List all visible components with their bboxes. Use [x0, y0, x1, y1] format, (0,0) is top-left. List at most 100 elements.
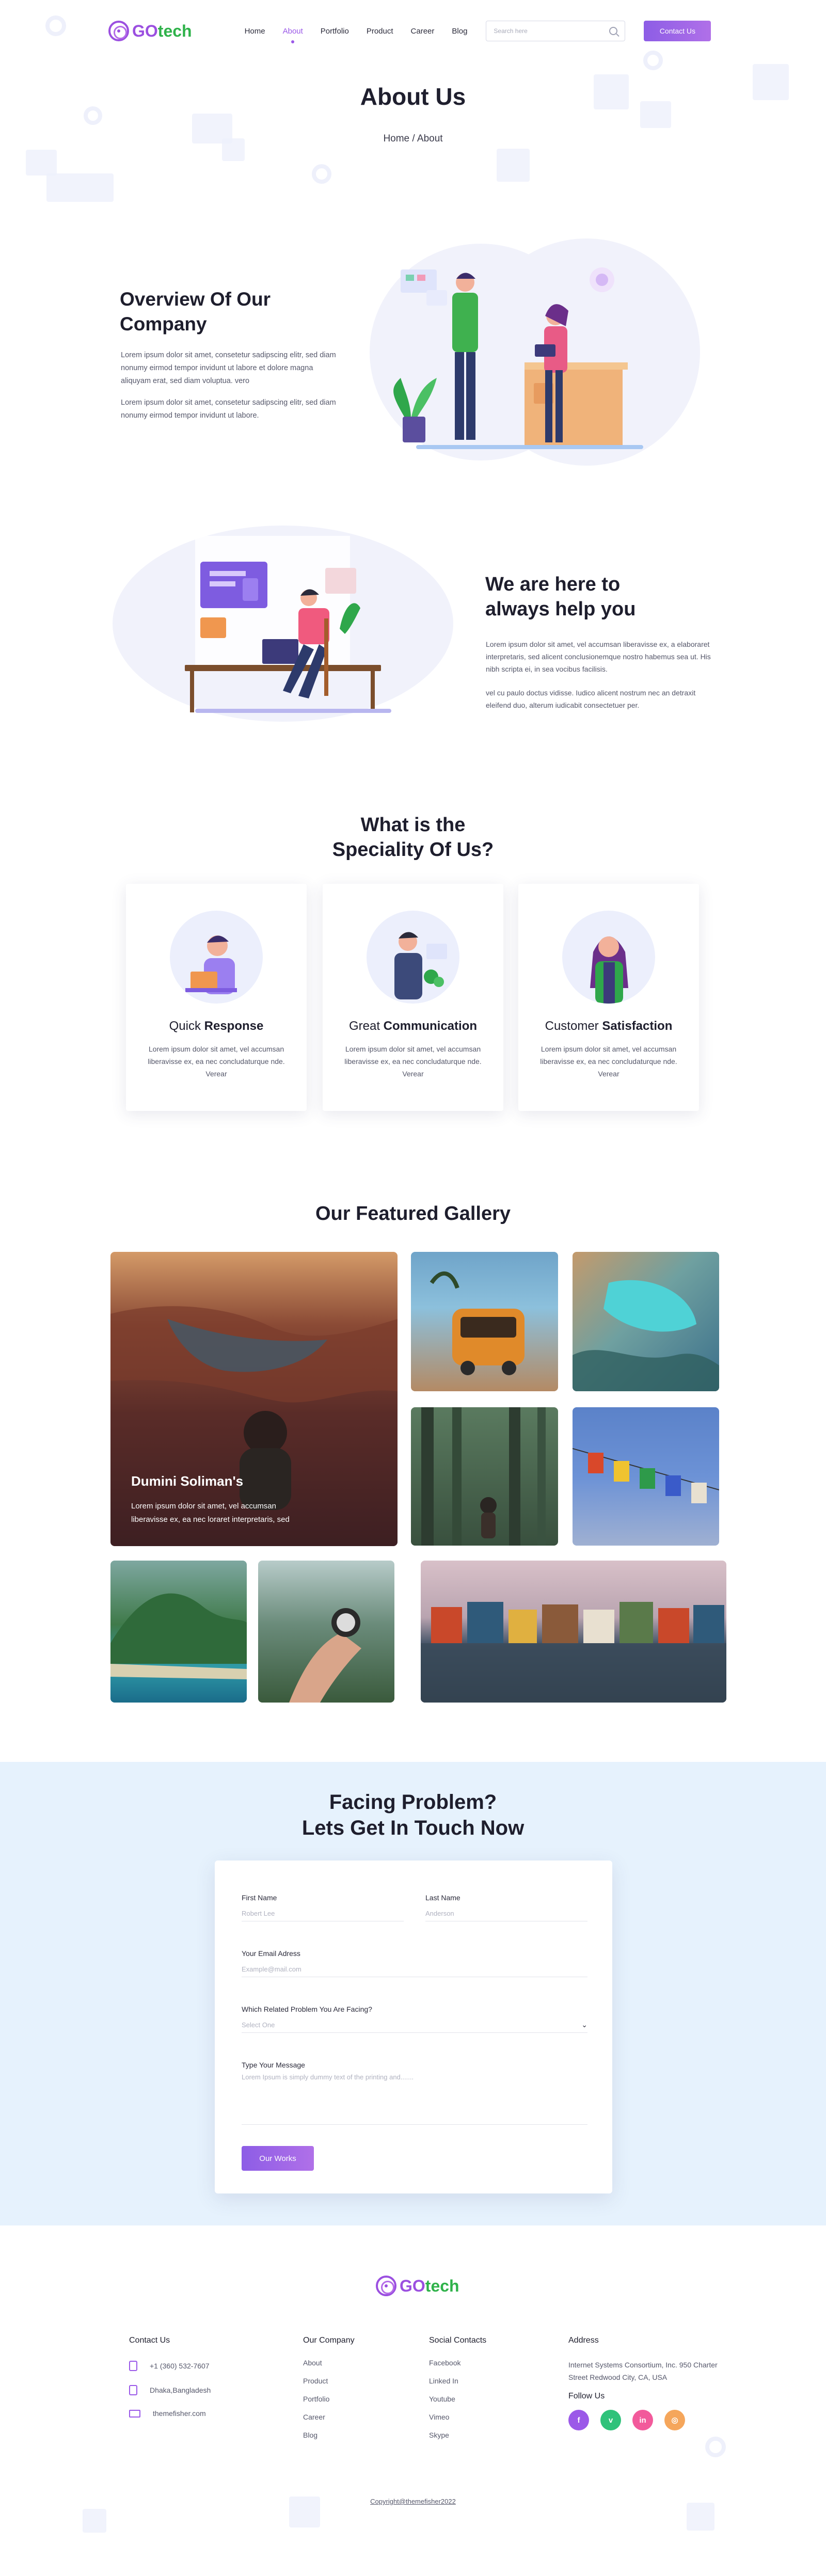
breadcrumb[interactable]: Home / About	[0, 133, 826, 145]
footer-website[interactable]: themefisher.com	[129, 2409, 206, 2418]
gallery-caption-text: Lorem ipsum dolor sit amet, vel accumsan…	[131, 1502, 290, 1524]
footer-link-youtube[interactable]: Youtube	[429, 2395, 455, 2403]
footer-link-linkedin[interactable]: Linked In	[429, 2377, 458, 2385]
vine-icon[interactable]: v	[600, 2410, 621, 2430]
card-text: Lorem ipsum dolor sit amet, vel accumsan…	[540, 1045, 677, 1078]
gallery-image-flags[interactable]	[573, 1407, 719, 1546]
decor-circle	[643, 51, 663, 70]
footer-link-product[interactable]: Product	[303, 2377, 328, 2385]
contact-form: First Name Last Name Your Email Adress W…	[215, 1861, 612, 2193]
mail-icon	[129, 2409, 140, 2418]
page-title: About Us	[360, 83, 466, 110]
gallery-image-island[interactable]	[110, 1561, 247, 1703]
avatar-svg	[185, 935, 237, 994]
gallery-image-forest[interactable]	[411, 1407, 558, 1546]
speciality-card: Quick Response Lorem ipsum dolor sit ame…	[126, 884, 307, 1111]
gallery-image-harbor[interactable]	[421, 1561, 726, 1703]
search-icon[interactable]	[609, 27, 618, 35]
main-nav: Home About Portfolio Product Career Blog	[245, 27, 468, 36]
help-paragraph: Lorem ipsum dolor sit amet, vel accumsan…	[486, 640, 711, 673]
nav-portfolio[interactable]: Portfolio	[321, 27, 349, 36]
logo[interactable]: GOtech	[108, 21, 192, 41]
problem-select[interactable]: Select One ⌄	[242, 2017, 587, 2033]
contact-title: Facing Problem? Lets Get In Touch Now	[301, 1791, 525, 1839]
phone-text: +1 (360) 532-7607	[150, 2362, 210, 2370]
footer-link-blog[interactable]: Blog	[303, 2431, 317, 2439]
gallery-title: Our Featured Gallery	[315, 1203, 511, 1225]
avatar-svg	[590, 936, 628, 1004]
gallery-featured-image[interactable]: Dumini Soliman's Lorem ipsum dolor sit a…	[110, 1252, 398, 1546]
follow-us-title: Follow Us	[568, 2392, 605, 2400]
copyright-link[interactable]: Copyright@themefisher2022	[0, 2498, 826, 2505]
gallery-image-compass[interactable]	[258, 1561, 394, 1703]
last-name-field[interactable]	[425, 1906, 587, 1921]
search-input[interactable]	[494, 27, 610, 35]
team-illustration-svg	[393, 267, 643, 449]
contact-us-button[interactable]: Contact Us	[644, 21, 711, 41]
rss-icon[interactable]: ◎	[664, 2410, 685, 2430]
person-presenting-icon	[367, 911, 459, 1004]
decor-square	[497, 149, 530, 182]
developer-illustration	[113, 526, 453, 722]
avatar-svg	[394, 932, 447, 999]
gallery-image-pool[interactable]	[573, 1252, 719, 1391]
page: GOtech Home About Portfolio Product Care…	[0, 0, 826, 2576]
linkedin-icon[interactable]: in	[632, 2410, 653, 2430]
decor-circle	[45, 15, 66, 36]
message-label: Type Your Message	[242, 2061, 305, 2069]
site-header: GOtech Home About Portfolio Product Care…	[108, 15, 718, 46]
footer-link-about[interactable]: About	[303, 2359, 322, 2367]
footer-link-career[interactable]: Career	[303, 2413, 325, 2421]
help-paragraph: vel cu paulo doctus vidisse. Iudico alic…	[486, 689, 696, 709]
nav-career[interactable]: Career	[411, 27, 435, 36]
phone-icon	[129, 2361, 137, 2371]
decor-square	[46, 173, 114, 202]
decor-circle	[312, 164, 331, 184]
card-text: Lorem ipsum dolor sit amet, vel accumsan…	[148, 1045, 285, 1078]
footer-social-title: Social Contacts	[429, 2336, 487, 2345]
speciality-title: What is the Speciality Of Us?	[332, 814, 494, 861]
footer-link-portfolio[interactable]: Portfolio	[303, 2395, 329, 2403]
footer-link-vimeo[interactable]: Vimeo	[429, 2413, 449, 2421]
nav-blog[interactable]: Blog	[452, 27, 467, 36]
message-textarea[interactable]	[242, 2073, 587, 2125]
submit-button[interactable]: Our Works	[242, 2146, 314, 2171]
forest-illustration	[421, 1407, 546, 1546]
email-field[interactable]	[242, 1962, 587, 1977]
footer-logo[interactable]: GOtech	[376, 2276, 459, 2296]
decor-square	[26, 150, 57, 176]
help-title: We are here to always help you	[485, 574, 636, 620]
footer-phone[interactable]: +1 (360) 532-7607	[129, 2361, 210, 2371]
overview-title: Overview Of Our Company	[120, 289, 271, 335]
island-illustration	[110, 1593, 247, 1679]
website-text: themefisher.com	[153, 2409, 206, 2418]
card-text: Lorem ipsum dolor sit amet, vel accumsan…	[344, 1045, 482, 1078]
footer-link-facebook[interactable]: Facebook	[429, 2359, 460, 2367]
first-name-field[interactable]	[242, 1906, 404, 1921]
location-text: Dhaka,Bangladesh	[150, 2386, 211, 2394]
person-laptop-icon	[170, 911, 263, 1004]
logo-mark-icon	[376, 2276, 396, 2296]
nav-product[interactable]: Product	[367, 27, 393, 36]
decor-square	[687, 2503, 714, 2531]
speciality-card: Customer Satisfaction Lorem ipsum dolor …	[518, 884, 699, 1111]
prayer-flags-illustration	[573, 1448, 719, 1503]
footer-location[interactable]: Dhaka,Bangladesh	[129, 2385, 211, 2395]
overview-paragraph: Lorem ipsum dolor sit amet, consetetur s…	[121, 399, 336, 420]
first-name-label: First Name	[242, 1894, 277, 1902]
email-label: Your Email Adress	[242, 1949, 300, 1958]
facebook-icon[interactable]: f	[568, 2410, 589, 2430]
decor-circle	[705, 2437, 726, 2457]
gallery-image-van[interactable]	[411, 1252, 558, 1391]
nav-about[interactable]: About	[283, 27, 303, 36]
last-name-label: Last Name	[425, 1894, 460, 1902]
problem-label: Which Related Problem You Are Facing?	[242, 2005, 372, 2013]
gallery-caption: Dumini Soliman's Lorem ipsum dolor sit a…	[131, 1473, 301, 1526]
footer-address-title: Address	[568, 2336, 599, 2345]
problem-select-value: Select One	[242, 2021, 275, 2029]
speciality-card: Great Communication Lorem ipsum dolor si…	[323, 884, 503, 1111]
footer-link-skype[interactable]: Skype	[429, 2431, 449, 2439]
nav-home[interactable]: Home	[245, 27, 265, 36]
card-title: Customer Satisfaction	[545, 1019, 673, 1033]
gallery-caption-title: Dumini Soliman's	[131, 1473, 244, 1489]
